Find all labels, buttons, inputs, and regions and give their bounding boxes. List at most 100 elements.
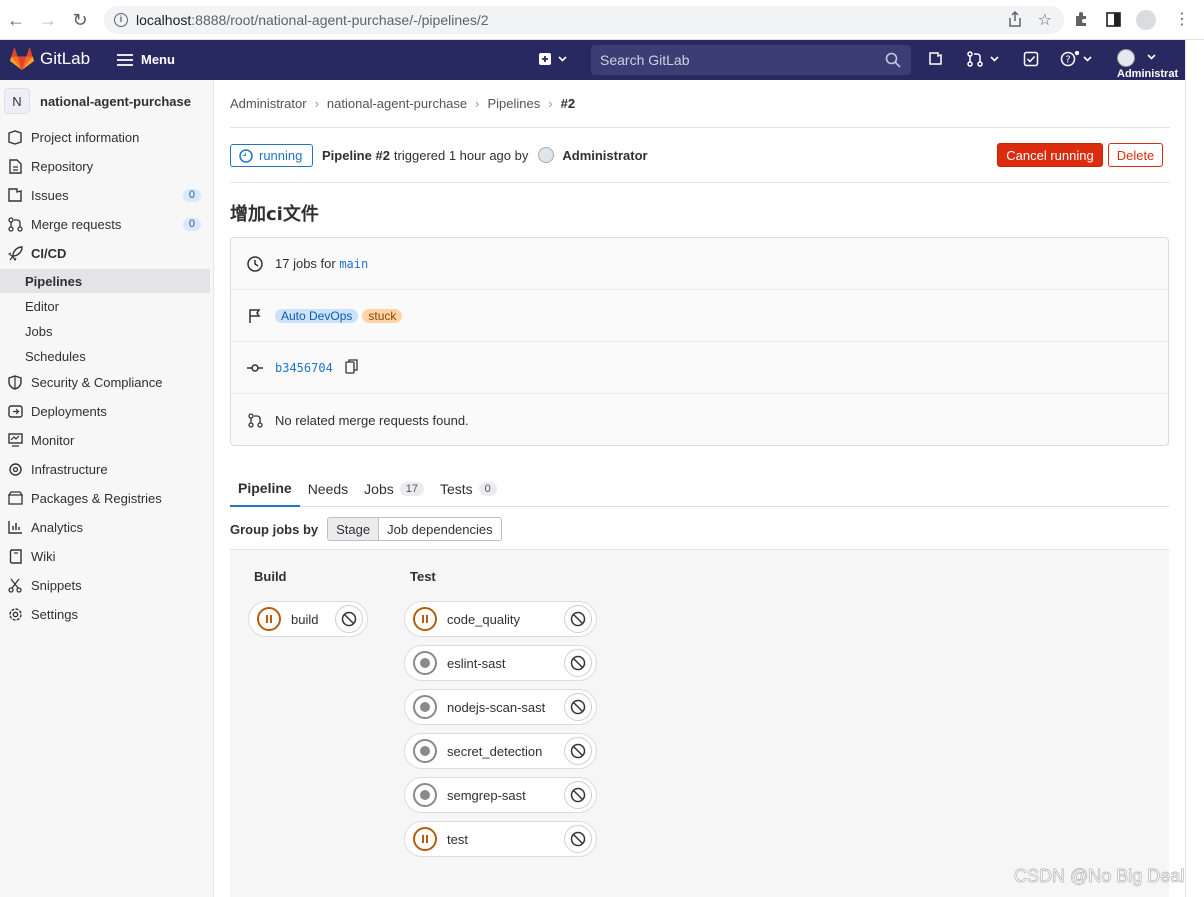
sidebar-item-repository[interactable]: Repository <box>0 153 210 179</box>
sidebar-item-pipelines[interactable]: Pipelines <box>0 269 210 293</box>
pipeline-user[interactable]: Administrator <box>562 148 647 163</box>
project-sidebar: N national-agent-purchase Project inform… <box>0 80 214 897</box>
sidebar-item-issues[interactable]: Issues 0 <box>0 182 210 208</box>
breadcrumb-administrator[interactable]: Administrator <box>230 96 307 111</box>
breadcrumb-project[interactable]: national-agent-purchase <box>327 96 467 111</box>
tab-label: Pipeline <box>238 479 292 496</box>
search-icon <box>885 52 901 71</box>
breadcrumb-pipelines[interactable]: Pipelines <box>487 96 540 111</box>
no-merge-requests-text: No related merge requests found. <box>275 412 469 428</box>
todo-icon[interactable] <box>1023 51 1039 70</box>
delete-button[interactable]: Delete <box>1108 143 1163 167</box>
cancel-job-icon[interactable] <box>564 825 592 853</box>
user-avatar[interactable] <box>1116 49 1158 70</box>
job-name: semgrep-sast <box>447 787 526 803</box>
sidebar-item-merge-requests[interactable]: Merge requests 0 <box>0 211 210 237</box>
job-build[interactable]: build <box>248 601 368 637</box>
gitlab-logo-text: GitLab <box>40 49 91 68</box>
job-test[interactable]: test <box>404 821 597 857</box>
sidebar-item-cicd[interactable]: CI/CD <box>0 240 210 266</box>
sidebar-item-packages-registries[interactable]: Packages & Registries <box>0 485 210 511</box>
url-host: localhost <box>136 12 192 28</box>
browser-toolbar: ← → ↻ i localhost:8888/root/national-age… <box>0 0 1204 40</box>
copy-icon[interactable] <box>345 358 358 377</box>
cancel-job-icon[interactable] <box>564 693 592 721</box>
create-new-icon[interactable] <box>539 51 569 70</box>
reload-icon[interactable]: ↻ <box>68 8 92 32</box>
menu-button[interactable]: Menu <box>117 52 175 67</box>
sidebar-item-monitor[interactable]: Monitor <box>0 427 210 453</box>
tab-tests[interactable]: Tests 0 <box>432 470 505 507</box>
back-icon[interactable]: ← <box>4 8 28 32</box>
search-input[interactable]: Search GitLab <box>591 45 911 75</box>
svg-text:?: ? <box>1065 55 1070 66</box>
sidebar-item-analytics[interactable]: Analytics <box>0 514 210 540</box>
profile-icon[interactable] <box>1136 10 1156 30</box>
job-eslint-sast[interactable]: eslint-sast <box>404 645 597 681</box>
issues-icon[interactable] <box>928 51 944 70</box>
sidebar-item-security-compliance[interactable]: Security & Compliance <box>0 369 210 395</box>
sidebar-item-project-information[interactable]: Project information <box>0 124 210 150</box>
shield-icon <box>7 374 23 390</box>
stuck-badge[interactable]: stuck <box>362 308 403 323</box>
extensions-icon[interactable] <box>1073 11 1089 30</box>
job-nodejs-scan-sast[interactable]: nodejs-scan-sast <box>404 689 597 725</box>
status-running-icon <box>239 148 253 163</box>
chart-icon <box>7 519 23 535</box>
tab-label: Jobs <box>364 480 394 497</box>
tab-pipeline[interactable]: Pipeline <box>230 470 300 507</box>
forward-icon[interactable]: → <box>36 8 60 32</box>
tab-jobs[interactable]: Jobs 17 <box>356 470 432 507</box>
group-by-dependencies-button[interactable]: Job dependencies <box>379 517 502 541</box>
sidebar-item-infrastructure[interactable]: Infrastructure <box>0 456 210 482</box>
job-name: eslint-sast <box>447 655 506 671</box>
sidebar-item-deployments[interactable]: Deployments <box>0 398 210 424</box>
tab-needs[interactable]: Needs <box>300 470 356 507</box>
sidebar-item-label: CI/CD <box>31 245 67 261</box>
sidebar-item-schedules[interactable]: Schedules <box>0 344 210 368</box>
job-secret-detection[interactable]: secret_detection <box>404 733 597 769</box>
sidebar-item-settings[interactable]: Settings <box>0 601 210 627</box>
group-by-stage-button[interactable]: Stage <box>327 517 380 541</box>
sidebar-item-snippets[interactable]: Snippets <box>0 572 210 598</box>
more-vert-icon[interactable]: ⋮ <box>1174 9 1190 29</box>
sidebar-item-jobs[interactable]: Jobs <box>0 319 210 343</box>
cancel-job-icon[interactable] <box>335 605 363 633</box>
breadcrumb-current[interactable]: #2 <box>561 96 575 111</box>
sidebar-item-editor[interactable]: Editor <box>0 294 210 318</box>
side-panel-icon[interactable] <box>1106 12 1121 30</box>
tab-label: Needs <box>307 480 349 497</box>
pipeline-triggered-text: triggered 1 hour ago by <box>393 147 529 163</box>
sidebar-item-label: Project information <box>31 129 140 145</box>
bookmark-star-icon[interactable]: ☆ <box>1038 10 1052 30</box>
merge-requests-icon[interactable] <box>967 51 1001 70</box>
sidebar-item-label: Jobs <box>25 323 53 339</box>
project-name: national-agent-purchase <box>40 93 191 109</box>
stage-title-build: Build <box>254 569 287 584</box>
sidebar-item-wiki[interactable]: Wiki <box>0 543 210 569</box>
commit-icon <box>246 359 264 377</box>
gitlab-logo[interactable]: GitLab <box>10 48 90 70</box>
help-icon[interactable]: ? <box>1060 50 1094 70</box>
cancel-job-icon[interactable] <box>564 605 592 633</box>
pipeline-info-box: 17 jobs for main Auto DevOps stuck b3456… <box>230 237 1169 446</box>
chevron-right-icon: › <box>314 96 319 111</box>
info-icon[interactable]: i <box>114 13 128 27</box>
stage-title-test: Test <box>410 569 436 584</box>
cancel-job-icon[interactable] <box>564 737 592 765</box>
branch-link[interactable]: main <box>339 257 368 271</box>
auto-devops-badge[interactable]: Auto DevOps <box>275 308 359 323</box>
commit-sha-link[interactable]: b3456704 <box>275 361 333 375</box>
cancel-job-icon[interactable] <box>564 649 592 677</box>
sidebar-item-label: Infrastructure <box>31 461 108 477</box>
cancel-running-button[interactable]: Cancel running <box>997 143 1103 167</box>
job-semgrep-sast[interactable]: semgrep-sast <box>404 777 597 813</box>
job-code-quality[interactable]: code_quality <box>404 601 597 637</box>
pipeline-status-badge[interactable]: running <box>230 144 314 167</box>
address-bar[interactable]: i localhost:8888/root/national-agent-pur… <box>104 6 1064 34</box>
job-name: secret_detection <box>447 743 543 759</box>
share-icon[interactable] <box>1008 10 1022 30</box>
cancel-job-icon[interactable] <box>564 781 592 809</box>
divider <box>230 182 1170 183</box>
sidebar-project-header[interactable]: N national-agent-purchase <box>0 86 214 116</box>
